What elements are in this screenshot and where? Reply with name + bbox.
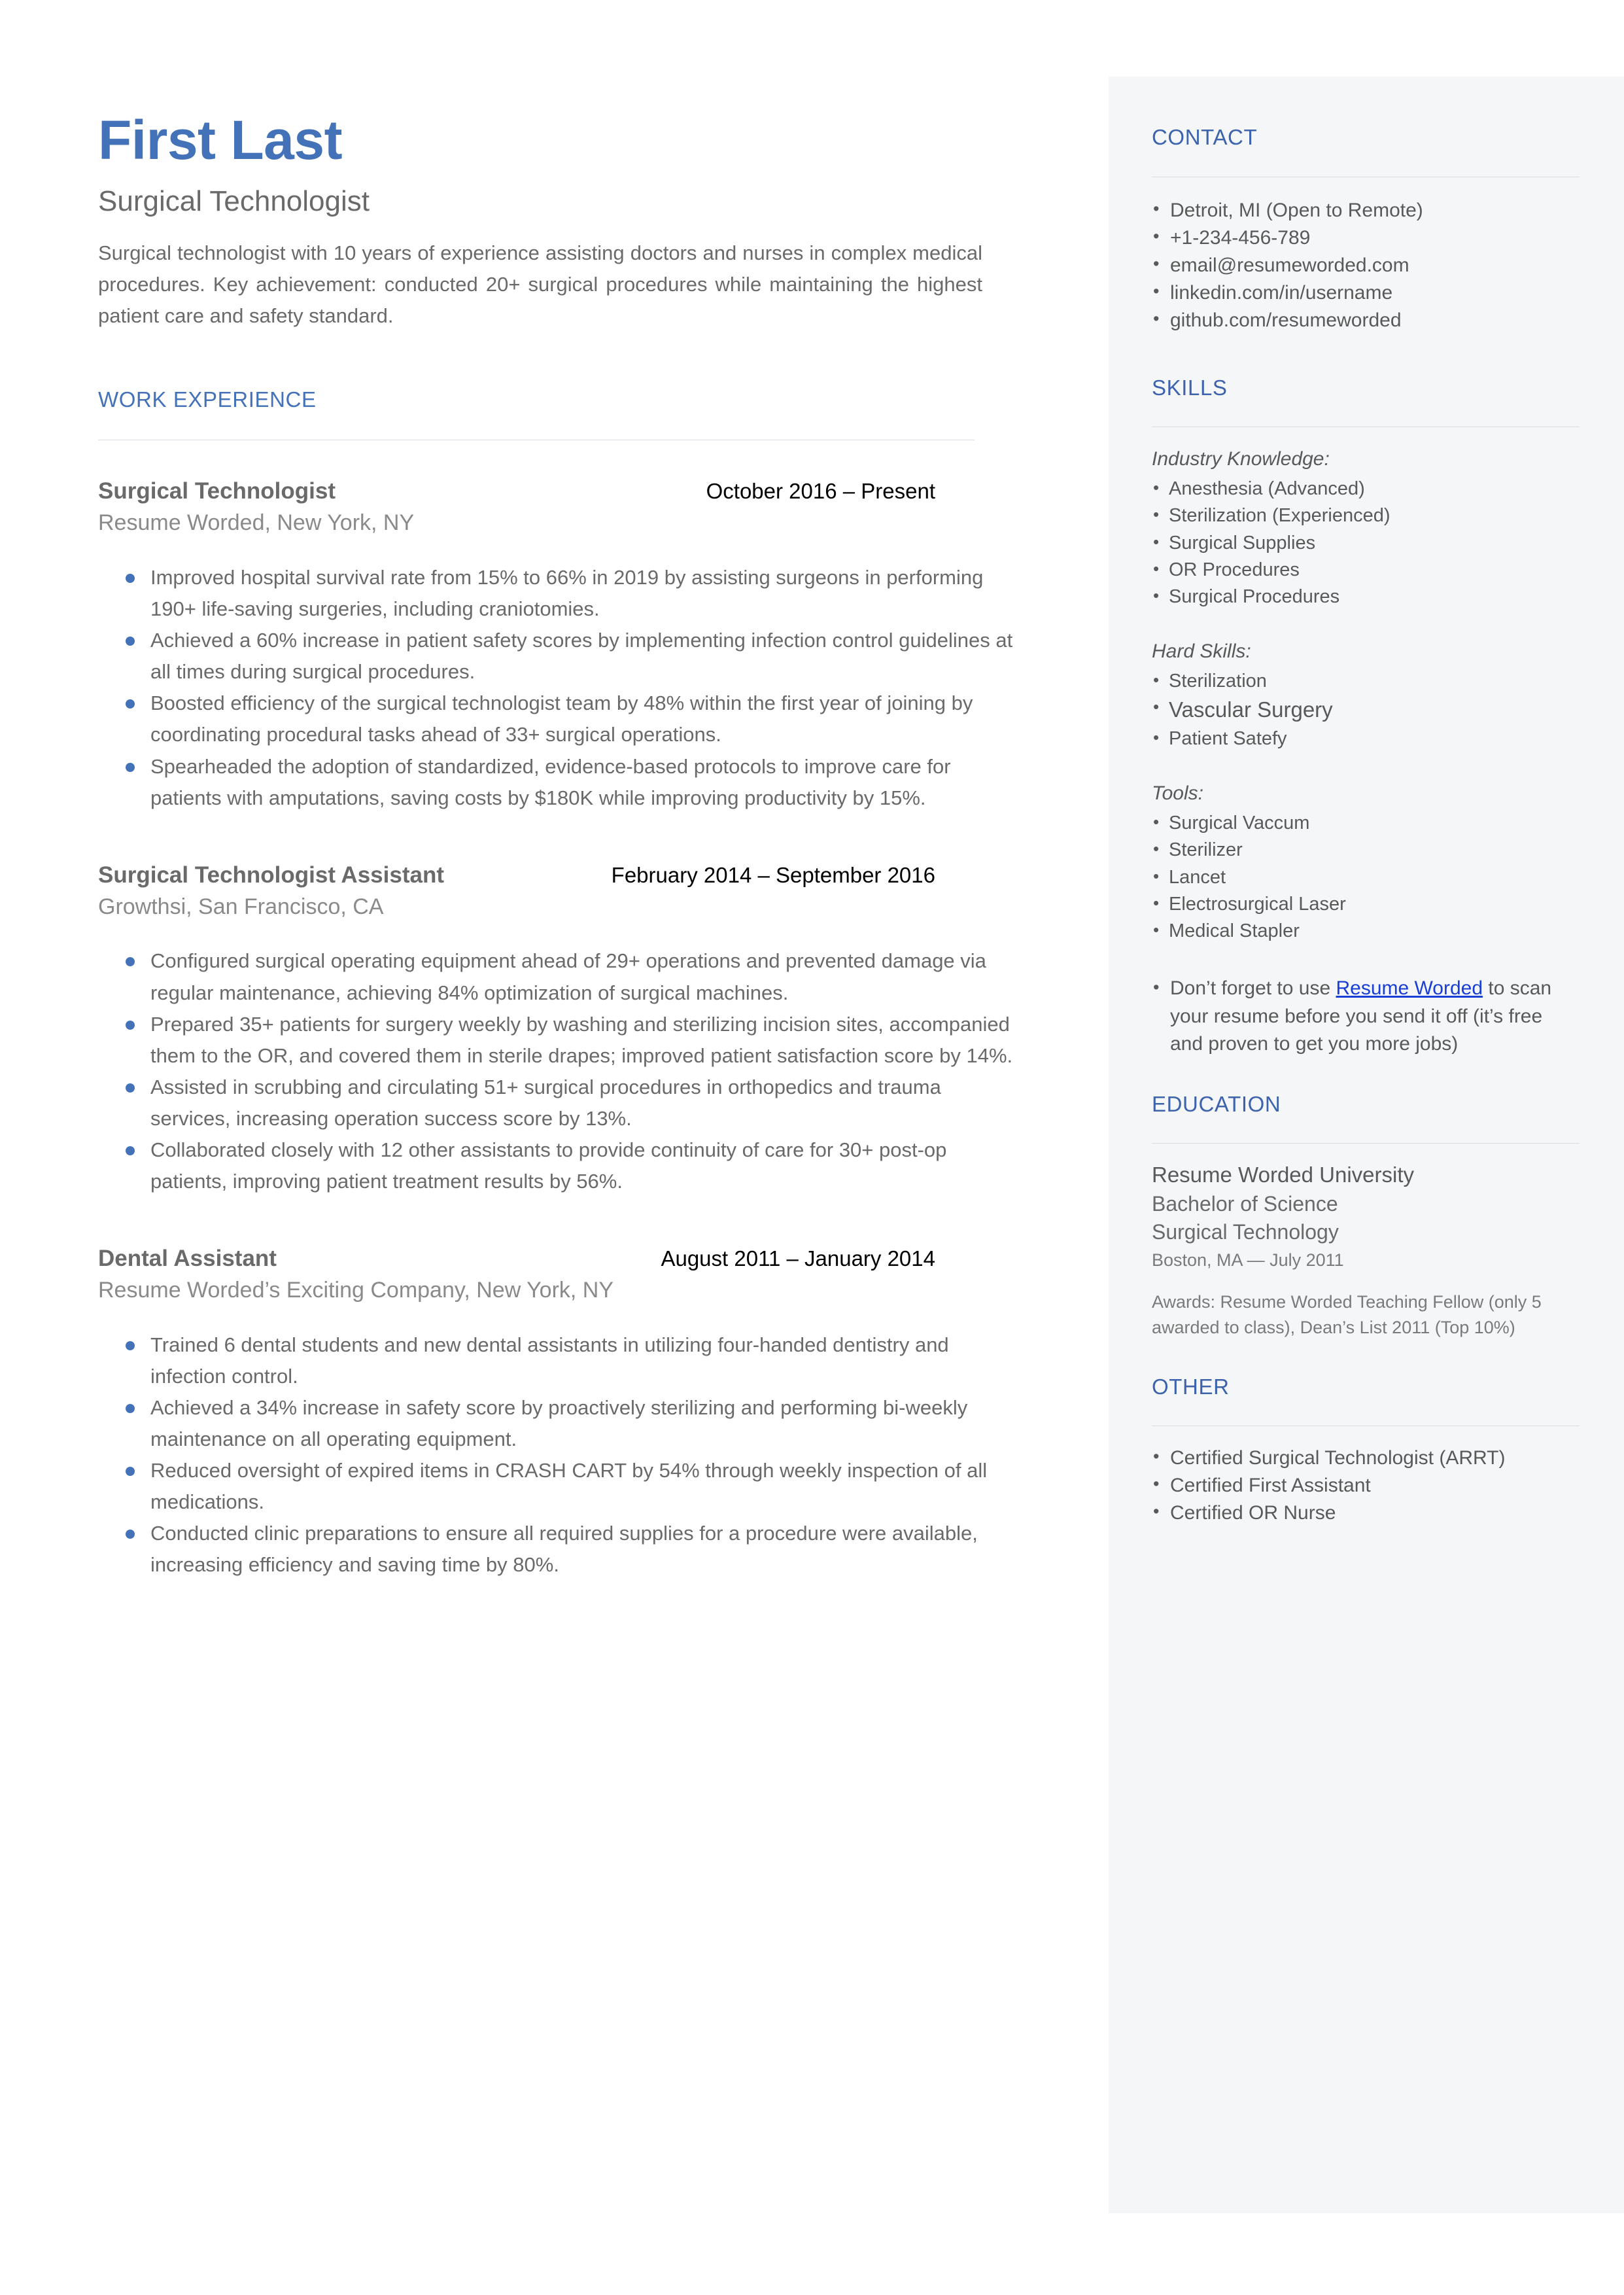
job-bullet: Trained 6 dental students and new dental… [98, 1329, 1014, 1392]
skills-group-list: Anesthesia (Advanced)Sterilization (Expe… [1152, 476, 1580, 610]
skills-group-label: Industry Knowledge: [1152, 448, 1330, 470]
job-bullet: Configured surgical operating equipment … [98, 945, 1014, 1008]
other-item: Certified OR Nurse [1152, 1499, 1580, 1527]
main-column: First Last Surgical Technologist Surgica… [98, 0, 1014, 1581]
section-heading-contact: CONTACT [1152, 125, 1258, 149]
job-dates: October 2016 – Present [706, 479, 935, 504]
section-heading-other: OTHER [1152, 1374, 1230, 1399]
section-heading-work-experience: WORK EXPERIENCE [98, 387, 317, 412]
contact-item[interactable]: email@resumeworded.com [1152, 252, 1580, 279]
contact-item[interactable]: +1-234-456-789 [1152, 224, 1580, 252]
job-bullet-list: Trained 6 dental students and new dental… [98, 1329, 1014, 1581]
job-header: Surgical Technologist Assistant February … [98, 862, 1014, 888]
job-dates: February 2014 – September 2016 [611, 862, 935, 887]
skills-group-label: Hard Skills: [1152, 640, 1251, 663]
job-company: Resume Worded’s Exciting Company, New Yo… [98, 1277, 614, 1303]
section-heading-education: EDUCATION [1152, 1091, 1281, 1116]
job-dates: August 2011 – January 2014 [661, 1246, 935, 1270]
job-role: Surgical Technologist Assistant [98, 862, 444, 888]
skill-item: Medical Stapler [1152, 918, 1580, 945]
education-divider [1152, 1143, 1580, 1144]
job-company: Growthsi, San Francisco, CA [98, 894, 384, 919]
headline-job-title: Surgical Technologist [98, 185, 370, 218]
job-bullet: Boosted efficiency of the surgical techn… [98, 688, 1014, 750]
other-list: Certified Surgical Technologist (ARRT)Ce… [1152, 1445, 1580, 1527]
skill-item: Sterilization (Experienced) [1152, 502, 1580, 529]
education-field: Surgical Technology [1152, 1219, 1339, 1244]
summary-paragraph: Surgical technologist with 10 years of e… [98, 241, 982, 328]
job-bullet: Improved hospital survival rate from 15%… [98, 562, 1014, 625]
work-experience-list: Surgical Technologist October 2016 – Pres… [98, 478, 1014, 1581]
sidebar: CONTACT Detroit, MI (Open to Remote)+1-2… [1109, 77, 1624, 2213]
skill-item: Patient Satefy [1152, 726, 1580, 752]
skill-item: Anesthesia (Advanced) [1152, 476, 1580, 502]
resume-worded-promo: Don’t forget to use Resume Worded to sca… [1152, 975, 1580, 1059]
job-role: Dental Assistant [98, 1245, 277, 1271]
work-experience-entry: Surgical Technologist Assistant February … [98, 862, 1014, 1197]
resume-page: First Last Surgical Technologist Surgica… [0, 0, 1624, 2295]
skill-item: Sterilizer [1152, 837, 1580, 864]
skill-item: Surgical Procedures [1152, 584, 1580, 610]
job-header: Dental Assistant August 2011 – January 20… [98, 1246, 1014, 1272]
other-item: Certified First Assistant [1152, 1472, 1580, 1499]
contact-item[interactable]: github.com/resumeworded [1152, 307, 1580, 334]
skills-group-list: SterilizationVascular SurgeryPatient Sat… [1152, 668, 1580, 752]
job-bullet: Collaborated closely with 12 other assis… [98, 1134, 1014, 1197]
education-degree: Bachelor of Science [1152, 1192, 1338, 1216]
work-experience-entry: Dental Assistant August 2011 – January 20… [98, 1246, 1014, 1581]
skills-group-list: Surgical VaccumSterilizerLancetElectrosu… [1152, 810, 1580, 945]
job-bullet: Conducted clinic preparations to ensure … [98, 1518, 1014, 1581]
skill-item: OR Procedures [1152, 557, 1580, 584]
skill-item: Surgical Supplies [1152, 530, 1580, 557]
skill-item: Electrosurgical Laser [1152, 891, 1580, 918]
skills-group-label: Tools: [1152, 782, 1203, 805]
job-header: Surgical Technologist October 2016 – Pres… [98, 478, 1014, 504]
job-bullet-list: Improved hospital survival rate from 15%… [98, 562, 1014, 813]
skill-item: Surgical Vaccum [1152, 810, 1580, 837]
page-title: First Last [98, 109, 343, 171]
resume-worded-link[interactable]: Resume Worded [1336, 977, 1483, 999]
job-bullet: Prepared 35+ patients for surgery weekly… [98, 1009, 1014, 1072]
section-heading-skills: SKILLS [1152, 375, 1228, 400]
other-item: Certified Surgical Technologist (ARRT) [1152, 1445, 1580, 1472]
skills-groups: Industry Knowledge: Anesthesia (Advanced)… [1152, 446, 1580, 945]
contact-item[interactable]: linkedin.com/in/username [1152, 279, 1580, 307]
contact-list: Detroit, MI (Open to Remote)+1-234-456-7… [1152, 197, 1580, 334]
skill-item: Sterilization [1152, 668, 1580, 695]
education-awards: Awards: Resume Worded Teaching Fellow (o… [1152, 1292, 1542, 1337]
education-location-date: Boston, MA — July 2011 [1152, 1250, 1344, 1270]
job-company: Resume Worded, New York, NY [98, 510, 415, 536]
education-school: Resume Worded University [1152, 1163, 1415, 1187]
job-bullet-list: Configured surgical operating equipment … [98, 945, 1014, 1197]
job-bullet: Achieved a 34% increase in safety score … [98, 1392, 1014, 1455]
job-bullet: Spearheaded the adoption of standardized… [98, 751, 1014, 814]
job-bullet: Achieved a 60% increase in patient safet… [98, 625, 1014, 688]
skill-item: Lancet [1152, 864, 1580, 891]
skill-item: Vascular Surgery [1152, 695, 1580, 726]
contact-item[interactable]: Detroit, MI (Open to Remote) [1152, 197, 1580, 224]
job-bullet: Assisted in scrubbing and circulating 51… [98, 1072, 1014, 1134]
job-bullet: Reduced oversight of expired items in CR… [98, 1455, 1014, 1518]
job-role: Surgical Technologist [98, 478, 336, 504]
work-experience-entry: Surgical Technologist October 2016 – Pres… [98, 478, 1014, 813]
